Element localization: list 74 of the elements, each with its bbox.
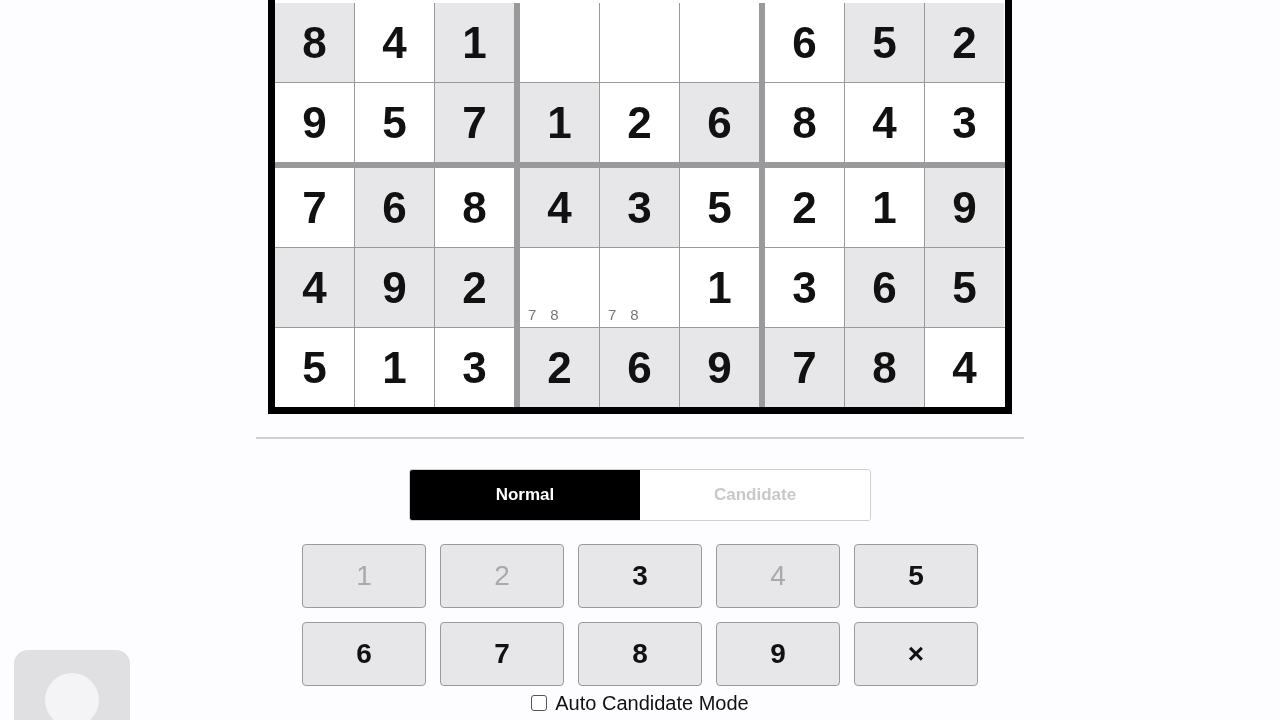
cell-digit: 2 (952, 20, 977, 65)
cell-digit: 3 (792, 265, 817, 310)
number-key[interactable]: 3 (578, 544, 702, 608)
candidate-mark: 7 (608, 307, 617, 322)
cell-digit: 2 (627, 100, 652, 145)
cell-digit: 9 (302, 100, 327, 145)
cell-digit: 6 (707, 100, 732, 145)
number-key[interactable]: 5 (854, 544, 978, 608)
number-key[interactable]: 6 (302, 622, 426, 686)
grid-cell[interactable]: 8 (275, 3, 355, 82)
cell-digit: 1 (462, 20, 487, 65)
grid-cell[interactable]: 7 (435, 83, 520, 162)
candidate-mark: 7 (528, 307, 537, 322)
checkbox-label: Auto Candidate Mode (555, 692, 749, 714)
cell-digit: 5 (872, 20, 897, 65)
cell-digit: 9 (707, 345, 732, 390)
cell-digit: 3 (952, 100, 977, 145)
cell-digit: 6 (382, 185, 407, 230)
grid-cell[interactable]: 2 (435, 248, 520, 327)
cell-digit: 8 (872, 345, 897, 390)
cell-digit: 1 (707, 265, 732, 310)
cell-digit: 5 (302, 345, 327, 390)
cell-digit: 5 (382, 100, 407, 145)
cell-digit: 6 (872, 265, 897, 310)
candidate-mark: 8 (630, 307, 639, 322)
cell-digit: 7 (462, 100, 487, 145)
number-key[interactable]: × (854, 622, 978, 686)
cell-digit: 4 (547, 185, 572, 230)
cell-digit: 5 (952, 265, 977, 310)
cell-digit: 6 (792, 20, 817, 65)
cell-digit: 9 (952, 185, 977, 230)
grid-cell[interactable]: 4 (275, 248, 355, 327)
cell-digit: 3 (462, 345, 487, 390)
grid-cell[interactable]: 6 (600, 328, 680, 407)
grid-cell[interactable]: 6 (680, 83, 765, 162)
grid-cell[interactable]: 6 (355, 168, 435, 247)
candidate-mark: 8 (550, 307, 559, 322)
grid-cell[interactable]: 9 (925, 168, 1004, 247)
grid-cell[interactable]: 8 (845, 328, 925, 407)
cell-digit: 1 (382, 345, 407, 390)
cell-digit: 4 (872, 100, 897, 145)
grid-cell[interactable]: 1 (435, 3, 520, 82)
cell-digit: 9 (382, 265, 407, 310)
number-key[interactable]: 8 (578, 622, 702, 686)
grid-cell[interactable]: 9 (680, 328, 765, 407)
grid-cell[interactable]: 5 (845, 3, 925, 82)
cell-digit: 7 (792, 345, 817, 390)
cell-digit: 8 (792, 100, 817, 145)
number-key[interactable]: 7 (440, 622, 564, 686)
grid-cell[interactable]: 6 (845, 248, 925, 327)
cell-digit: 4 (302, 265, 327, 310)
cell-digit: 7 (302, 185, 327, 230)
cell-digit: 4 (952, 345, 977, 390)
grid-cell[interactable]: 2 (925, 3, 1004, 82)
cell-digit: 8 (302, 20, 327, 65)
cell-digit: 6 (627, 345, 652, 390)
grid-cell[interactable]: 7 (765, 328, 845, 407)
cell-digit: 1 (872, 185, 897, 230)
cell-digit: 1 (547, 100, 572, 145)
grid-cell[interactable]: 4 (520, 168, 600, 247)
cell-digit: 5 (707, 185, 732, 230)
grid-cell[interactable]: 1 (520, 83, 600, 162)
cell-digit: 4 (382, 20, 407, 65)
cell-digit: 2 (792, 185, 817, 230)
grid-cell[interactable]: 5 (925, 248, 1004, 327)
mode-tab[interactable]: Normal (410, 470, 640, 520)
cell-digit: 3 (627, 185, 652, 230)
grid-cell[interactable]: 2 (520, 328, 600, 407)
grid-cell[interactable]: 9 (355, 248, 435, 327)
cell-digit: 2 (547, 345, 572, 390)
number-key[interactable]: 9 (716, 622, 840, 686)
cell-digit: 2 (462, 265, 487, 310)
cell-digit: 8 (462, 185, 487, 230)
grid-cell[interactable]: 3 (600, 168, 680, 247)
